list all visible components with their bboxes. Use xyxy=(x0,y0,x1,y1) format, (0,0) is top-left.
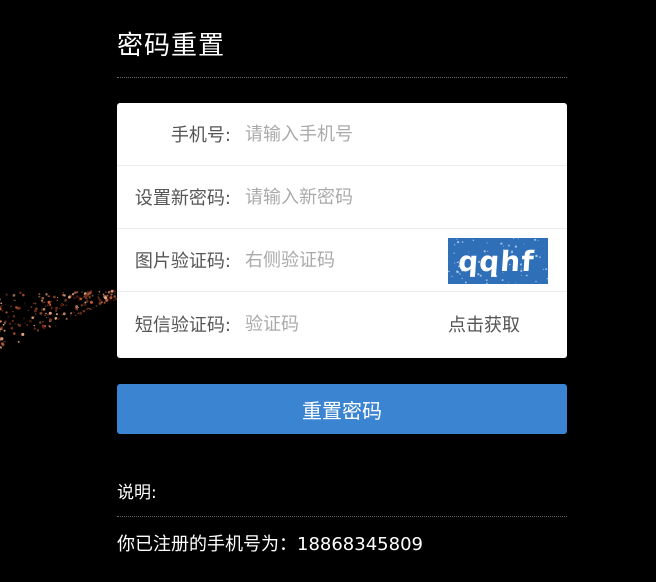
new-password-row: 设置新密码: xyxy=(117,166,567,229)
sms-code-input[interactable] xyxy=(245,309,435,339)
reset-password-page: 密码重置 手机号: 设置新密码: 图片验证码: qqhf 短信验证码: 点击获取… xyxy=(0,0,656,582)
get-sms-code-button[interactable]: 点击获取 xyxy=(448,292,520,356)
notes-divider xyxy=(117,516,567,517)
image-code-input[interactable] xyxy=(245,245,435,275)
reset-password-button[interactable]: 重置密码 xyxy=(117,384,567,434)
image-code-label: 图片验证码: xyxy=(134,251,231,272)
registered-phone-text: 你已注册的手机号为：18868345809 xyxy=(117,534,423,555)
phone-row: 手机号: xyxy=(117,103,567,166)
image-code-row: 图片验证码: qqhf xyxy=(117,229,567,292)
reset-form: 手机号: 设置新密码: 图片验证码: qqhf 短信验证码: 点击获取 xyxy=(117,103,567,358)
phone-input[interactable] xyxy=(245,119,435,149)
new-password-input[interactable] xyxy=(245,182,435,212)
title-divider xyxy=(117,77,567,78)
notes-label: 说明: xyxy=(117,483,157,503)
sms-code-row: 短信验证码: 点击获取 xyxy=(117,292,567,356)
phone-label: 手机号: xyxy=(170,125,231,146)
captcha-text: qqhf xyxy=(457,245,535,278)
new-password-label: 设置新密码: xyxy=(134,188,231,209)
captcha-image[interactable]: qqhf xyxy=(448,238,548,284)
page-title: 密码重置 xyxy=(117,31,226,61)
sms-code-label: 短信验证码: xyxy=(134,315,231,336)
particle-streak-decoration xyxy=(0,289,120,352)
